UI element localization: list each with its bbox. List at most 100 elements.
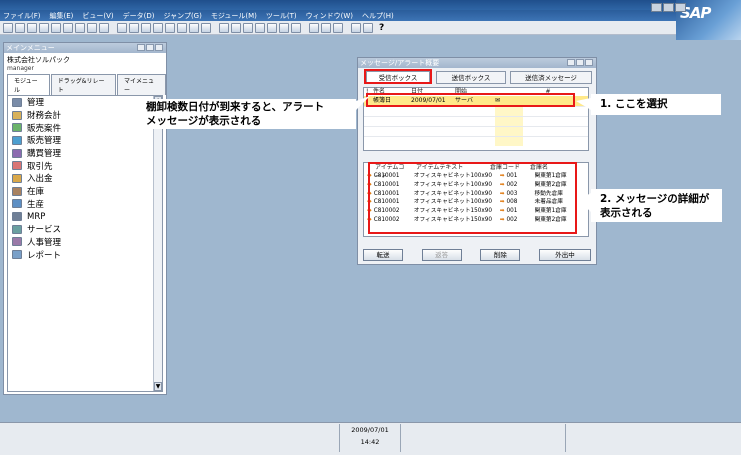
next-record-icon[interactable] bbox=[165, 22, 175, 33]
delete-button[interactable]: 削除 bbox=[480, 249, 521, 261]
forward-button[interactable]: 転送 bbox=[363, 249, 403, 261]
maximize-button[interactable] bbox=[576, 59, 584, 66]
close-button[interactable] bbox=[585, 59, 593, 66]
module-icon bbox=[12, 97, 22, 107]
scroll-down-icon[interactable]: ▼ bbox=[154, 382, 162, 391]
module-icon bbox=[12, 110, 22, 120]
module-icon bbox=[12, 173, 22, 183]
module-item-label: 生産 bbox=[27, 199, 45, 210]
prev-record-icon[interactable] bbox=[153, 22, 163, 33]
menu-file[interactable]: ファイル(F) bbox=[3, 11, 41, 21]
add-icon[interactable] bbox=[129, 22, 139, 33]
menu-help[interactable]: ヘルプ(H) bbox=[362, 11, 394, 21]
module-icon bbox=[12, 250, 22, 260]
menu-bar: ファイル(F) 編集(E) ビュー(V) データ(D) ジャンプ(G) モジュー… bbox=[0, 10, 741, 21]
module-item[interactable]: 販売案件 bbox=[8, 121, 162, 134]
module-item[interactable]: 販売管理 bbox=[8, 134, 162, 147]
tab-modules[interactable]: モジュール bbox=[7, 74, 50, 95]
calculator-icon[interactable] bbox=[333, 22, 343, 33]
main-menu-window: メインメニュー 株式会社ソルパック manager モジュール ドラッグ&リレー… bbox=[3, 42, 167, 395]
preview-icon[interactable] bbox=[27, 22, 37, 33]
base-document-icon[interactable] bbox=[219, 22, 229, 33]
payment-icon[interactable] bbox=[255, 22, 265, 33]
annotation-step2-line2: 表示される bbox=[600, 207, 653, 219]
module-item[interactable]: 管理 bbox=[8, 96, 162, 109]
target-document-icon[interactable] bbox=[231, 22, 241, 33]
module-item[interactable]: サービス bbox=[8, 223, 162, 236]
highlight-selected-message bbox=[366, 93, 575, 107]
fax-icon[interactable] bbox=[63, 22, 73, 33]
sort-icon[interactable] bbox=[201, 22, 211, 33]
currency-icon[interactable] bbox=[291, 22, 301, 33]
module-icon bbox=[12, 212, 22, 222]
find-icon[interactable] bbox=[117, 22, 127, 33]
close-button[interactable] bbox=[675, 3, 686, 12]
module-icon bbox=[12, 161, 22, 171]
toolbar-separator bbox=[345, 23, 349, 33]
filter-icon[interactable] bbox=[189, 22, 199, 33]
menu-data[interactable]: データ(D) bbox=[123, 11, 155, 21]
maximize-button[interactable] bbox=[146, 44, 154, 51]
alert-icon[interactable] bbox=[351, 22, 361, 33]
message-button-row: 転送 返答 削除 外出中 bbox=[363, 249, 591, 262]
message-window-title: メッセージ/アラート概要 bbox=[358, 58, 596, 68]
module-item[interactable]: 在庫 bbox=[8, 185, 162, 198]
tab-outbox[interactable]: 送信ボックス bbox=[436, 71, 506, 84]
email-icon[interactable] bbox=[39, 22, 49, 33]
calendar-icon[interactable] bbox=[363, 22, 373, 33]
tab-sent-messages[interactable]: 送信済メッセージ bbox=[510, 71, 592, 84]
sms-icon[interactable] bbox=[51, 22, 61, 33]
module-item-label: レポート bbox=[27, 250, 62, 261]
status-time: 14:42 bbox=[360, 438, 380, 446]
module-item[interactable]: 人事管理 bbox=[8, 236, 162, 249]
minimize-button[interactable] bbox=[651, 3, 662, 12]
reply-button[interactable]: 返答 bbox=[421, 249, 462, 261]
module-item[interactable]: 入出金 bbox=[8, 172, 162, 185]
menu-tools[interactable]: ツール(T) bbox=[266, 11, 297, 21]
tab-my-menu[interactable]: マイメニュー bbox=[116, 74, 166, 95]
volume-icon[interactable] bbox=[279, 22, 289, 33]
module-item[interactable]: MRP bbox=[8, 210, 162, 223]
module-item[interactable]: 生産 bbox=[8, 198, 162, 211]
out-of-office-button[interactable]: 外出中 bbox=[538, 249, 591, 261]
menu-module[interactable]: モジュール(M) bbox=[211, 11, 257, 21]
maximize-button[interactable] bbox=[663, 3, 674, 12]
minimize-button[interactable] bbox=[567, 59, 575, 66]
module-item-label: MRP bbox=[27, 211, 46, 222]
module-list-scrollbar[interactable]: ▲ ▼ bbox=[153, 96, 162, 391]
menu-jump[interactable]: ジャンプ(G) bbox=[164, 11, 202, 21]
new-icon[interactable] bbox=[3, 22, 13, 33]
last-record-icon[interactable] bbox=[177, 22, 187, 33]
company-name: 株式会社ソルパック bbox=[7, 56, 70, 64]
annotation-step2-line1: 2. メッセージの詳細が bbox=[600, 193, 710, 205]
module-icon bbox=[12, 135, 22, 145]
pen-icon[interactable] bbox=[309, 22, 319, 33]
module-item[interactable]: 購買管理 bbox=[8, 147, 162, 160]
tab-drag-relate[interactable]: ドラッグ&リレート bbox=[50, 74, 116, 95]
module-item-label: 取引先 bbox=[27, 161, 53, 172]
first-record-icon[interactable] bbox=[141, 22, 151, 33]
export-icon[interactable] bbox=[75, 22, 85, 33]
module-icon bbox=[12, 224, 22, 234]
journal-icon[interactable] bbox=[243, 22, 253, 33]
minimize-button[interactable] bbox=[137, 44, 145, 51]
module-item[interactable]: レポート bbox=[8, 248, 162, 261]
module-item[interactable]: 取引先 bbox=[8, 159, 162, 172]
excel-icon[interactable] bbox=[87, 22, 97, 33]
menu-edit[interactable]: 編集(E) bbox=[50, 11, 74, 21]
settings-icon[interactable] bbox=[321, 22, 331, 33]
print-icon[interactable] bbox=[15, 22, 25, 33]
module-icon bbox=[12, 148, 22, 158]
menu-view[interactable]: ビュー(V) bbox=[82, 11, 113, 21]
module-icon bbox=[12, 199, 22, 209]
module-item[interactable]: 財務会計 bbox=[8, 109, 162, 122]
module-item-label: 在庫 bbox=[27, 187, 45, 198]
user-name: manager bbox=[7, 65, 34, 72]
gross-profit-icon[interactable] bbox=[267, 22, 277, 33]
menu-window[interactable]: ウィンドウ(W) bbox=[306, 11, 353, 21]
close-button[interactable] bbox=[155, 44, 163, 51]
module-icon bbox=[12, 123, 22, 133]
help-icon[interactable]: ? bbox=[379, 23, 384, 33]
lock-icon[interactable] bbox=[99, 22, 109, 33]
empty-row bbox=[364, 106, 588, 116]
